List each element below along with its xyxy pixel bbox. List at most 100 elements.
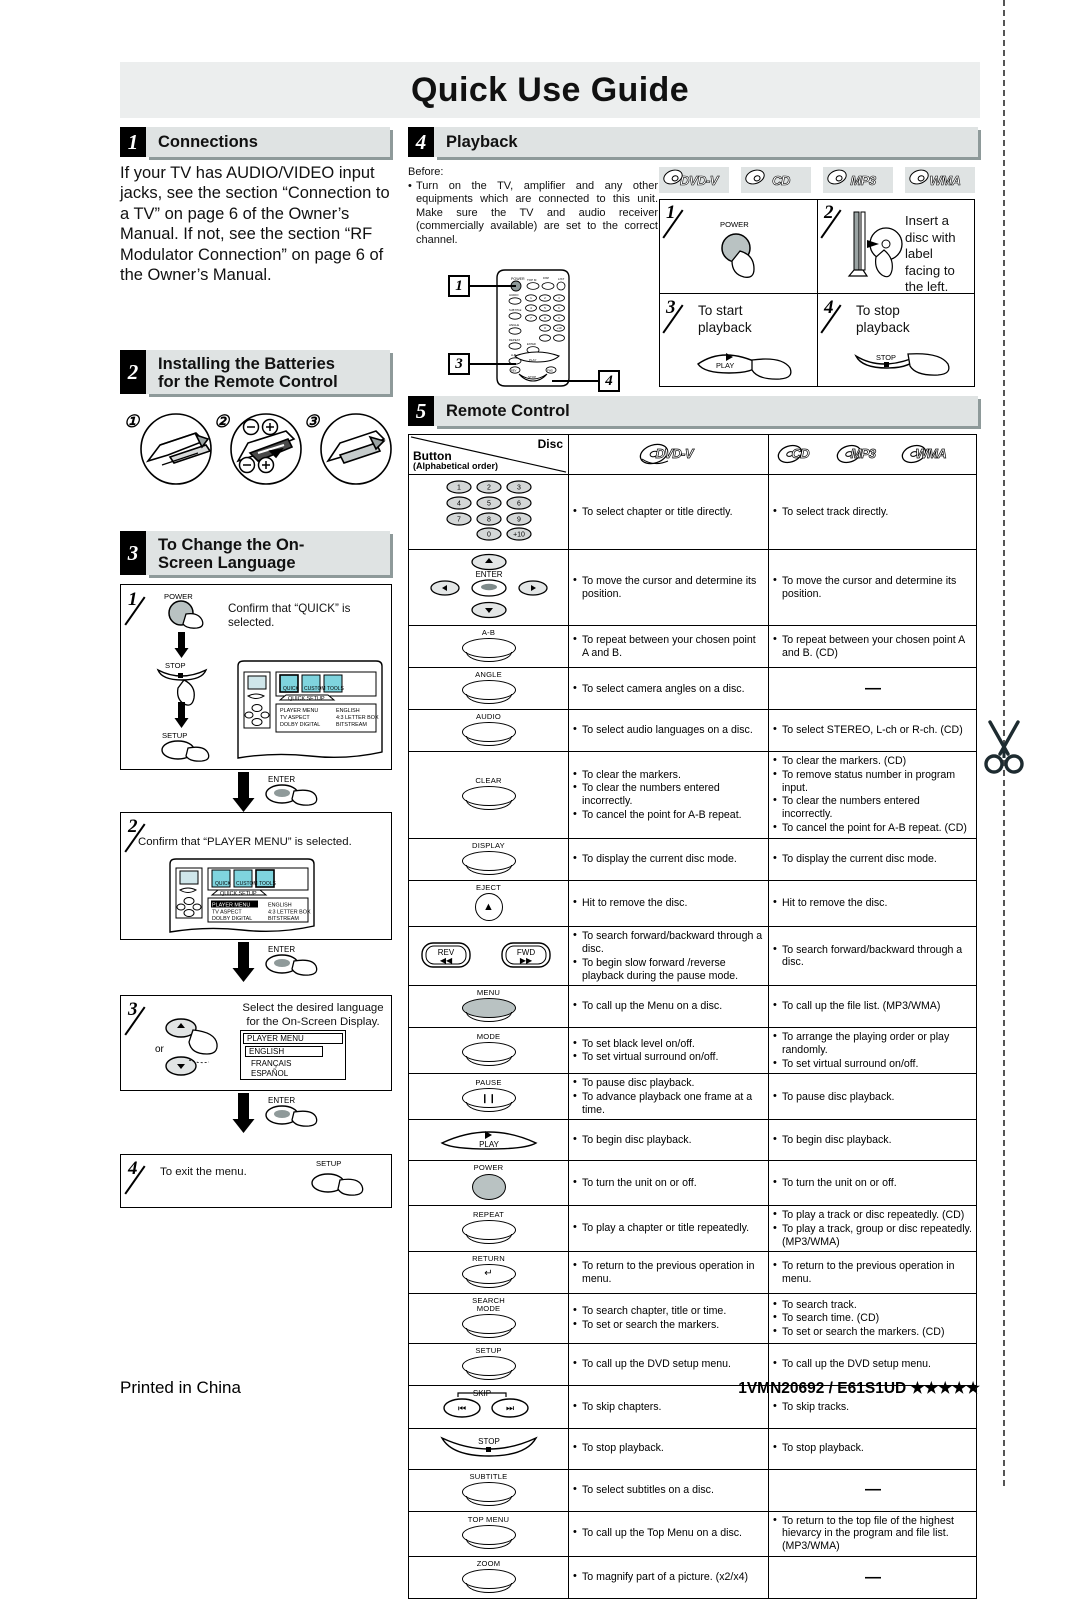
cd-logo-text: CD xyxy=(791,445,810,461)
language-option-english[interactable]: ENGLISH xyxy=(245,1046,323,1057)
other-cell-mode: To arrange the playing order or play ran… xyxy=(768,1027,977,1075)
button-cell-return: RETURN ↵ xyxy=(408,1251,569,1295)
other-cell-rev-fwd: To search forward/backward through a dis… xyxy=(768,926,977,987)
language-option-espanol[interactable]: ESPAÑOL xyxy=(251,1069,288,1078)
button-cell-repeat: REPEAT xyxy=(408,1205,569,1253)
table-row-subtitle: SUBTITLE To select subtitles on a disc. … xyxy=(408,1468,977,1512)
section-number-5: 5 xyxy=(408,396,434,426)
table-row-mode: MODE To set black level on/off. To set v… xyxy=(408,1027,977,1075)
section-label-language: To Change the On- Screen Language xyxy=(146,531,390,575)
desc-item: To set black level on/off. xyxy=(573,1037,764,1051)
desc-item: To pause disc playback. xyxy=(773,1090,972,1104)
svg-text:ANGLE: ANGLE xyxy=(509,323,519,327)
svg-text:DISP: DISP xyxy=(543,276,549,280)
svg-text:REPEAT: REPEAT xyxy=(509,338,520,342)
svg-text:QUICK SETUP: QUICK SETUP xyxy=(288,696,325,702)
dvd-cell-mode: To set black level on/off. To set virtua… xyxy=(568,1027,769,1075)
svg-text:▶▶: ▶▶ xyxy=(519,956,532,965)
button-cell-angle: ANGLE xyxy=(408,667,569,711)
desc-item: To stop playback. xyxy=(573,1441,764,1455)
desc-item: Hit to remove the disc. xyxy=(573,896,764,910)
button-cell-top-menu: TOP MENU xyxy=(408,1510,569,1557)
other-cell-repeat: To play a track or disc repeatedly. (CD)… xyxy=(768,1205,977,1253)
desc-item: To set or search the markers. (CD) xyxy=(773,1325,972,1339)
cd-logo: CD xyxy=(776,443,834,467)
svg-text:ENGLISH: ENGLISH xyxy=(336,708,360,714)
svg-text:ENTER: ENTER xyxy=(268,1096,295,1105)
disc-icon-wma xyxy=(907,167,931,187)
oval-button-icon xyxy=(461,1042,516,1067)
language-label-line2: Screen Language xyxy=(158,554,296,572)
button-cell-cursor: ENTER xyxy=(408,548,569,627)
table-row-search-mode: SEARCH MODE To search chapter, title or … xyxy=(408,1293,977,1345)
table-row-repeat: REPEAT To play a chapter or title repeat… xyxy=(408,1205,977,1253)
button-cell-ab: A-B xyxy=(408,625,569,669)
desc-item: To clear the numbers entered incorrectly… xyxy=(573,781,764,807)
svg-text:QUICK: QUICK xyxy=(215,881,232,887)
language-step4-text: To exit the menu. xyxy=(160,1166,247,1178)
dvd-cell-pause: To pause disc playback. To advance playb… xyxy=(568,1073,769,1121)
media-badge-cd-label: CD xyxy=(772,172,791,188)
svg-text:SETUP: SETUP xyxy=(316,1159,341,1168)
other-cell-angle: — xyxy=(768,667,977,711)
oval-button-icon xyxy=(461,850,516,875)
dvd-cell-subtitle: To select subtitles on a disc. xyxy=(568,1468,769,1512)
table-row-display: DISPLAY To display the current disc mode… xyxy=(408,837,977,881)
button-cell-skip: SKIP ⏮ ⏭ xyxy=(408,1385,569,1429)
language-enter-arrow-3: ENTER xyxy=(228,1093,338,1142)
other-cell-cursor: To move the cursor and determine its pos… xyxy=(768,548,977,627)
playback-step2-disc-illustration xyxy=(846,210,908,291)
desc-item: To play a track or disc repeatedly. (CD) xyxy=(773,1208,972,1222)
media-badge-mp3-label: MP3 xyxy=(850,172,876,188)
other-cell-top-menu: To return to the top file of the highest… xyxy=(768,1510,977,1557)
svg-text:ENTER: ENTER xyxy=(475,570,502,579)
svg-text:6: 6 xyxy=(517,501,521,508)
return-button-icon: ↵ xyxy=(461,1264,516,1289)
section-label-batteries: Installing the Batteries for the Remote … xyxy=(146,350,390,394)
svg-text:TV ASPECT: TV ASPECT xyxy=(212,910,242,916)
desc-item: To return to the previous operation in m… xyxy=(573,1259,764,1285)
button-cell-numbers: 1 2 3 4 5 6 7 8 9 0 +10 xyxy=(408,474,569,550)
section-number-4: 4 xyxy=(408,127,434,157)
dvd-cell-angle: To select camera angles on a disc. xyxy=(568,667,769,711)
dvd-logo-row: DVD-V xyxy=(569,436,768,474)
section-label-playback: Playback xyxy=(434,127,978,157)
svg-text:TOOLS: TOOLS xyxy=(327,686,345,692)
stop-key-icon: STOP xyxy=(439,1436,538,1457)
desc-item: To cancel the point for A-B repeat. xyxy=(573,808,764,822)
button-label-pause: PAUSE xyxy=(475,1078,502,1088)
svg-text:TV ASPECT: TV ASPECT xyxy=(280,715,310,721)
table-row-cursor: ENTER To move the cursor and determine i… xyxy=(408,548,977,627)
svg-text:CUSTOM: CUSTOM xyxy=(236,881,258,887)
disc-icon-cd xyxy=(743,167,767,187)
section-header-connections: 1 Connections xyxy=(120,127,390,157)
svg-text:STOP: STOP xyxy=(876,353,896,362)
button-label-return: RETURN xyxy=(472,1254,505,1264)
language-option-francais[interactable]: FRANÇAIS xyxy=(251,1059,291,1068)
table-row-clear: CLEAR To clear the markers. To clear the… xyxy=(408,751,977,839)
svg-text:9: 9 xyxy=(517,517,521,524)
button-label-search-mode: SEARCH MODE xyxy=(472,1296,505,1314)
desc-item: To return to the top file of the highest… xyxy=(773,1513,972,1553)
button-label-ab: A-B xyxy=(481,628,496,638)
svg-text:QUICK SETUP: QUICK SETUP xyxy=(220,891,257,897)
dash-placeholder: — xyxy=(865,1481,881,1499)
other-cell-numbers: To select track directly. xyxy=(768,474,977,550)
table-header-other-cell: CD MP3 WMA xyxy=(768,434,977,475)
desc-item: To search chapter, title or time. xyxy=(573,1305,764,1318)
svg-text:PLAYER MENU: PLAYER MENU xyxy=(212,903,250,909)
desc-item: To cancel the point for A-B repeat. (CD) xyxy=(773,821,972,835)
connections-body-text: If your TV has AUDIO/VIDEO input jacks, … xyxy=(120,164,390,285)
table-header-button: Button (Alphabetical order) xyxy=(413,450,498,471)
button-cell-audio: AUDIO xyxy=(408,709,569,753)
other-cell-subtitle: — xyxy=(768,1468,977,1512)
playback-before-body: Turn on the TV, amplifier and any other … xyxy=(416,180,658,246)
svg-text:4:3 LETTER BOX: 4:3 LETTER BOX xyxy=(336,715,379,721)
button-label-audio: AUDIO xyxy=(475,712,502,722)
page-title: Quick Use Guide xyxy=(410,70,690,109)
dvd-cell-return: To return to the previous operation in m… xyxy=(568,1251,769,1295)
table-header-disc: Disc xyxy=(537,437,563,451)
playback-step3-caption: To start playback xyxy=(698,303,752,335)
svg-text:①: ① xyxy=(124,412,141,431)
button-label-zoom: ZOOM xyxy=(476,1558,501,1568)
